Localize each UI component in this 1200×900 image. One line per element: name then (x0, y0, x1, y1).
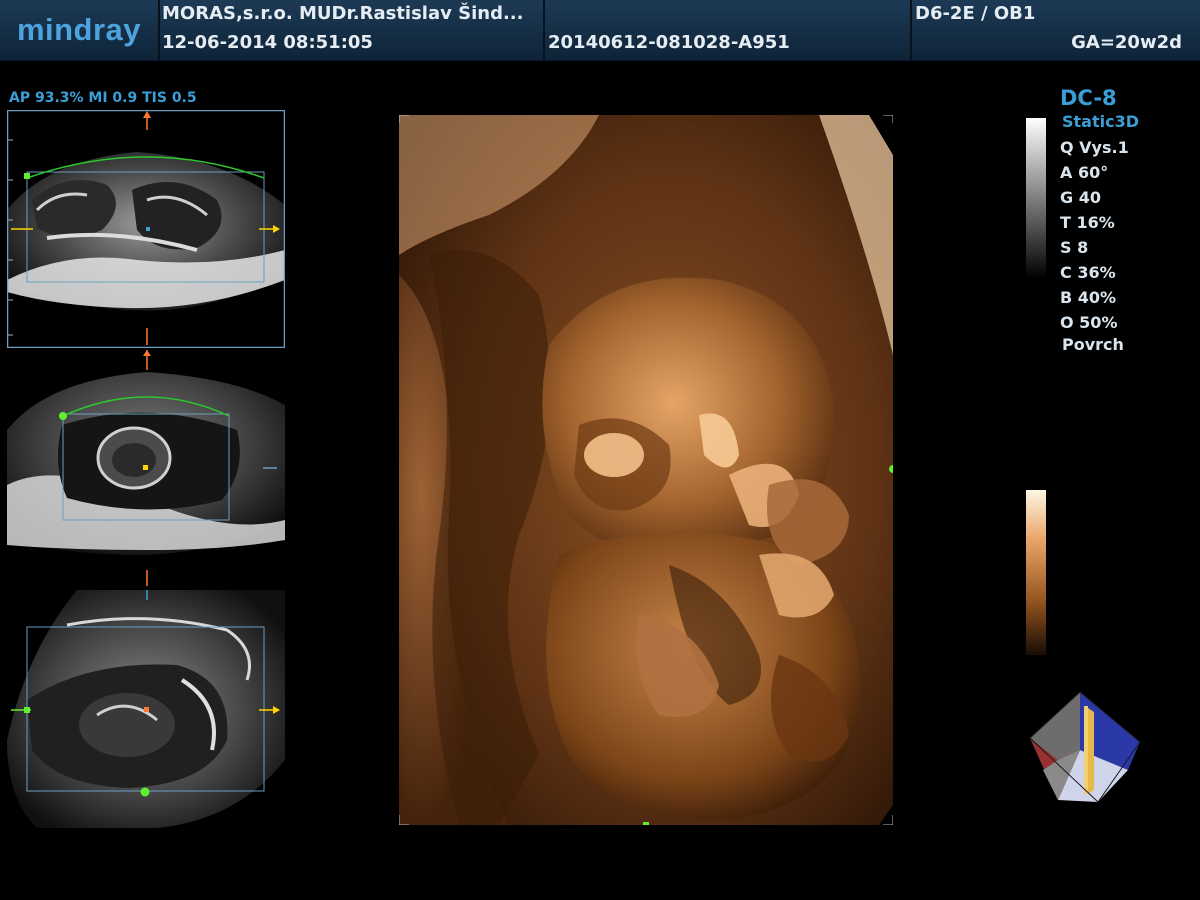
3d-render-view[interactable] (399, 115, 893, 825)
orientation-cube-graphic (1029, 691, 1141, 803)
grayscale-map-bar (1026, 118, 1046, 278)
imaging-parameters: DC-8 Static3D Q Vys.1 A 60° G 40 T 16% S… (1060, 86, 1139, 354)
patient-info-cell: MORAS,s.r.o. MUDr.Rastislav Šind... 12-0… (160, 0, 545, 60)
param-contrast: C 36% (1060, 263, 1116, 282)
mpr-pane-c-image (7, 590, 285, 828)
acoustic-output-readout: AP 93.3% MI 0.9 TIS 0.5 (9, 90, 197, 106)
mpr-pane-b-image (7, 350, 285, 586)
probe-preset: D6-2E / OB1 (915, 3, 1036, 24)
mpr-pane-c[interactable] (7, 590, 285, 828)
orientation-cube-icon[interactable] (1028, 690, 1143, 809)
probe-model: DC-8 (1060, 86, 1117, 110)
exam-id-cell: 20140612-081028-A951 (545, 0, 912, 60)
gestational-age: GA=20w2d (1071, 32, 1182, 53)
3d-render-image (399, 115, 893, 825)
render-mode: Povrch (1062, 335, 1124, 354)
param-gain: G 40 (1060, 188, 1101, 207)
mpr-pane-b[interactable] (7, 350, 285, 588)
param-threshold: T 16% (1060, 213, 1115, 232)
exam-datetime: 12-06-2014 08:51:05 (162, 32, 373, 53)
param-smooth: S 8 (1060, 238, 1089, 257)
logo-cell: mindray (0, 0, 160, 60)
header-bar: mindray MORAS,s.r.o. MUDr.Rastislav Šind… (0, 0, 1200, 61)
mpr-pane-a[interactable] (7, 110, 285, 348)
param-brightness: B 40% (1060, 288, 1117, 307)
institution-name: MORAS,s.r.o. MUDr.Rastislav Šind... (162, 3, 524, 24)
mindray-logo: mindray (16, 12, 142, 47)
mpr-pane-a-image (7, 110, 285, 348)
render-color-map-bar (1026, 490, 1046, 655)
exam-id: 20140612-081028-A951 (548, 32, 790, 53)
probe-cell: D6-2E / OB1 GA=20w2d (912, 0, 1200, 60)
param-opacity: O 50% (1060, 313, 1118, 332)
imaging-mode: Static3D (1062, 112, 1139, 131)
param-quality: Q Vys.1 (1060, 138, 1129, 157)
param-angle: A 60° (1060, 163, 1109, 182)
